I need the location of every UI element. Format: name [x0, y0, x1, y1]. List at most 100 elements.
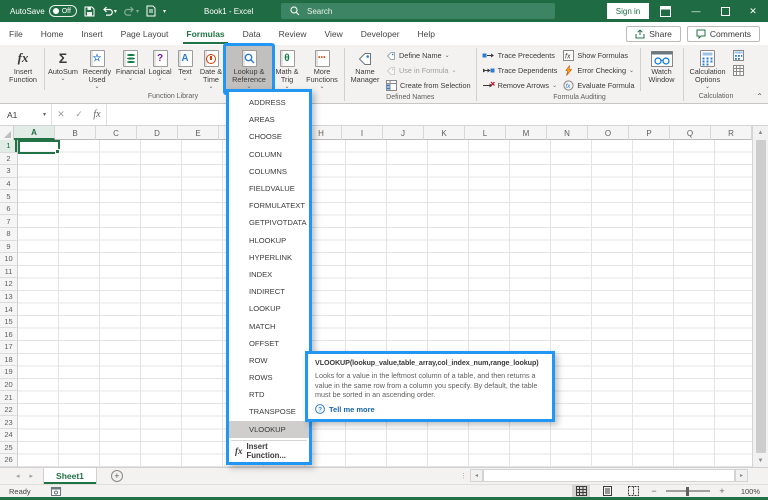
- sheet-tab-sheet1[interactable]: Sheet1: [43, 468, 97, 484]
- tab-view[interactable]: View: [316, 22, 352, 45]
- menu-item-offset[interactable]: OFFSET: [229, 335, 309, 352]
- comments-button[interactable]: Comments: [686, 25, 760, 42]
- tab-home[interactable]: Home: [32, 22, 73, 45]
- column-header-o[interactable]: O: [588, 126, 629, 140]
- selected-cell-a1[interactable]: [18, 140, 60, 154]
- tab-insert[interactable]: Insert: [72, 22, 111, 45]
- search-input[interactable]: Search: [281, 3, 555, 19]
- zoom-level-label[interactable]: 100%: [734, 487, 760, 496]
- menu-item-choose[interactable]: CHOOSE: [229, 128, 309, 145]
- page-layout-view-button[interactable]: [598, 485, 616, 497]
- column-header-e[interactable]: E: [178, 126, 219, 140]
- autosave-pill[interactable]: Off: [48, 5, 77, 17]
- recently-used-button[interactable]: ☆ Recently Used ⌄: [79, 46, 115, 92]
- menu-item-hlookup[interactable]: HLOOKUP: [229, 232, 309, 249]
- error-checking-button[interactable]: Error Checking ⌄: [560, 63, 637, 78]
- menu-item-match[interactable]: MATCH: [229, 317, 309, 334]
- zoom-in-button[interactable]: +: [718, 486, 726, 496]
- tab-data[interactable]: Data: [234, 22, 270, 45]
- row-header-22[interactable]: 22: [0, 404, 17, 417]
- tab-help[interactable]: Help: [409, 22, 444, 45]
- autosum-button[interactable]: Σ AutoSum ⌄: [47, 46, 79, 92]
- share-button[interactable]: Share: [626, 25, 681, 42]
- name-box[interactable]: A1 ▾: [0, 104, 52, 125]
- menu-item-address[interactable]: ADDRESS: [229, 94, 309, 111]
- tab-developer[interactable]: Developer: [352, 22, 409, 45]
- tab-review[interactable]: Review: [270, 22, 316, 45]
- tab-formulas[interactable]: Formulas: [177, 22, 233, 45]
- trace-dependents-button[interactable]: Trace Dependents: [479, 63, 561, 78]
- close-button[interactable]: ✕: [740, 0, 766, 22]
- tab-page-layout[interactable]: Page Layout: [112, 22, 178, 45]
- minimize-button[interactable]: —: [683, 0, 709, 22]
- row-header-6[interactable]: 6: [0, 203, 17, 216]
- menu-item-indirect[interactable]: INDIRECT: [229, 283, 309, 300]
- autosave-toggle[interactable]: AutoSave Off: [10, 5, 77, 17]
- evaluate-formula-button[interactable]: fx Evaluate Formula: [560, 78, 637, 93]
- vertical-scrollbar[interactable]: ▲ ▼: [752, 126, 768, 467]
- row-header-11[interactable]: 11: [0, 266, 17, 279]
- menu-item-columns[interactable]: COLUMNS: [229, 163, 309, 180]
- column-header-l[interactable]: L: [465, 126, 506, 140]
- sheet-next-arrow-icon[interactable]: ▸: [30, 472, 34, 480]
- column-header-q[interactable]: Q: [670, 126, 711, 140]
- lookup-reference-button[interactable]: Lookup & Reference ⌄: [226, 46, 272, 92]
- menu-item-column[interactable]: COLUMN: [229, 146, 309, 163]
- logical-button[interactable]: ? Logical ⌄: [146, 46, 174, 92]
- row-header-25[interactable]: 25: [0, 442, 17, 455]
- row-header-16[interactable]: 16: [0, 328, 17, 341]
- column-header-r[interactable]: R: [711, 126, 752, 140]
- undo-button[interactable]: ▾: [102, 6, 117, 16]
- row-header-7[interactable]: 7: [0, 215, 17, 228]
- menu-item-rtd[interactable]: RTD: [229, 386, 309, 403]
- scroll-left-arrow-icon[interactable]: ◂: [470, 469, 483, 482]
- calculate-sheet-button[interactable]: [730, 63, 747, 78]
- zoom-slider-thumb[interactable]: [686, 486, 689, 496]
- column-header-i[interactable]: I: [342, 126, 383, 140]
- financial-button[interactable]: Financial ⌄: [115, 46, 146, 92]
- menu-item-index[interactable]: INDEX: [229, 266, 309, 283]
- row-header-10[interactable]: 10: [0, 253, 17, 266]
- column-header-a[interactable]: A: [14, 126, 55, 140]
- insert-function-fx-button[interactable]: fx: [88, 104, 106, 125]
- text-button[interactable]: A Text ⌄: [174, 46, 196, 92]
- row-header-26[interactable]: 26: [0, 454, 17, 467]
- use-in-formula-button[interactable]: Use in Formula ⌄: [383, 63, 474, 78]
- calculate-now-button[interactable]: [730, 48, 747, 63]
- menu-item-fieldvalue[interactable]: FIELDVALUE: [229, 180, 309, 197]
- row-header-13[interactable]: 13: [0, 291, 17, 304]
- column-header-n[interactable]: N: [547, 126, 588, 140]
- watch-window-button[interactable]: Watch Window: [643, 46, 681, 93]
- tell-me-more-link[interactable]: ? Tell me more: [315, 404, 545, 415]
- customize-qat-chevron-icon[interactable]: ▾: [163, 8, 166, 15]
- sheet-prev-arrow-icon[interactable]: ◂: [16, 472, 20, 480]
- more-functions-button[interactable]: ••• More Functions ⌄: [302, 46, 342, 92]
- create-from-selection-button[interactable]: Create from Selection: [383, 78, 474, 93]
- print-preview-button[interactable]: [146, 5, 156, 17]
- macro-record-button[interactable]: [50, 486, 61, 496]
- select-all-corner[interactable]: [0, 126, 14, 140]
- horizontal-scroll-thumb[interactable]: [483, 469, 735, 482]
- column-header-d[interactable]: D: [137, 126, 178, 140]
- column-header-c[interactable]: C: [96, 126, 137, 140]
- menu-item-getpivotdata[interactable]: GETPIVOTDATA: [229, 214, 309, 231]
- tab-file[interactable]: File: [0, 22, 32, 45]
- zoom-slider[interactable]: [666, 486, 710, 496]
- column-header-b[interactable]: B: [55, 126, 96, 140]
- row-header-1[interactable]: 1: [0, 140, 17, 153]
- enter-button[interactable]: ✓: [70, 104, 88, 125]
- date-time-button[interactable]: Date & Time ⌄: [196, 46, 226, 92]
- define-name-button[interactable]: Define Name ⌄: [383, 48, 474, 63]
- row-header-23[interactable]: 23: [0, 416, 17, 429]
- row-header-12[interactable]: 12: [0, 278, 17, 291]
- column-header-p[interactable]: P: [629, 126, 670, 140]
- menu-item-lookup[interactable]: LOOKUP: [229, 300, 309, 317]
- name-manager-button[interactable]: Name Manager: [347, 46, 383, 93]
- collapse-ribbon-chevron-icon[interactable]: ⌃: [756, 92, 763, 101]
- row-header-4[interactable]: 4: [0, 178, 17, 191]
- horizontal-scrollbar[interactable]: ⋮ ◂ ▸: [460, 469, 748, 482]
- formula-input[interactable]: [106, 104, 768, 125]
- menu-item-vlookup[interactable]: VLOOKUP: [229, 420, 309, 438]
- row-header-8[interactable]: 8: [0, 228, 17, 241]
- new-sheet-button[interactable]: +: [110, 470, 123, 482]
